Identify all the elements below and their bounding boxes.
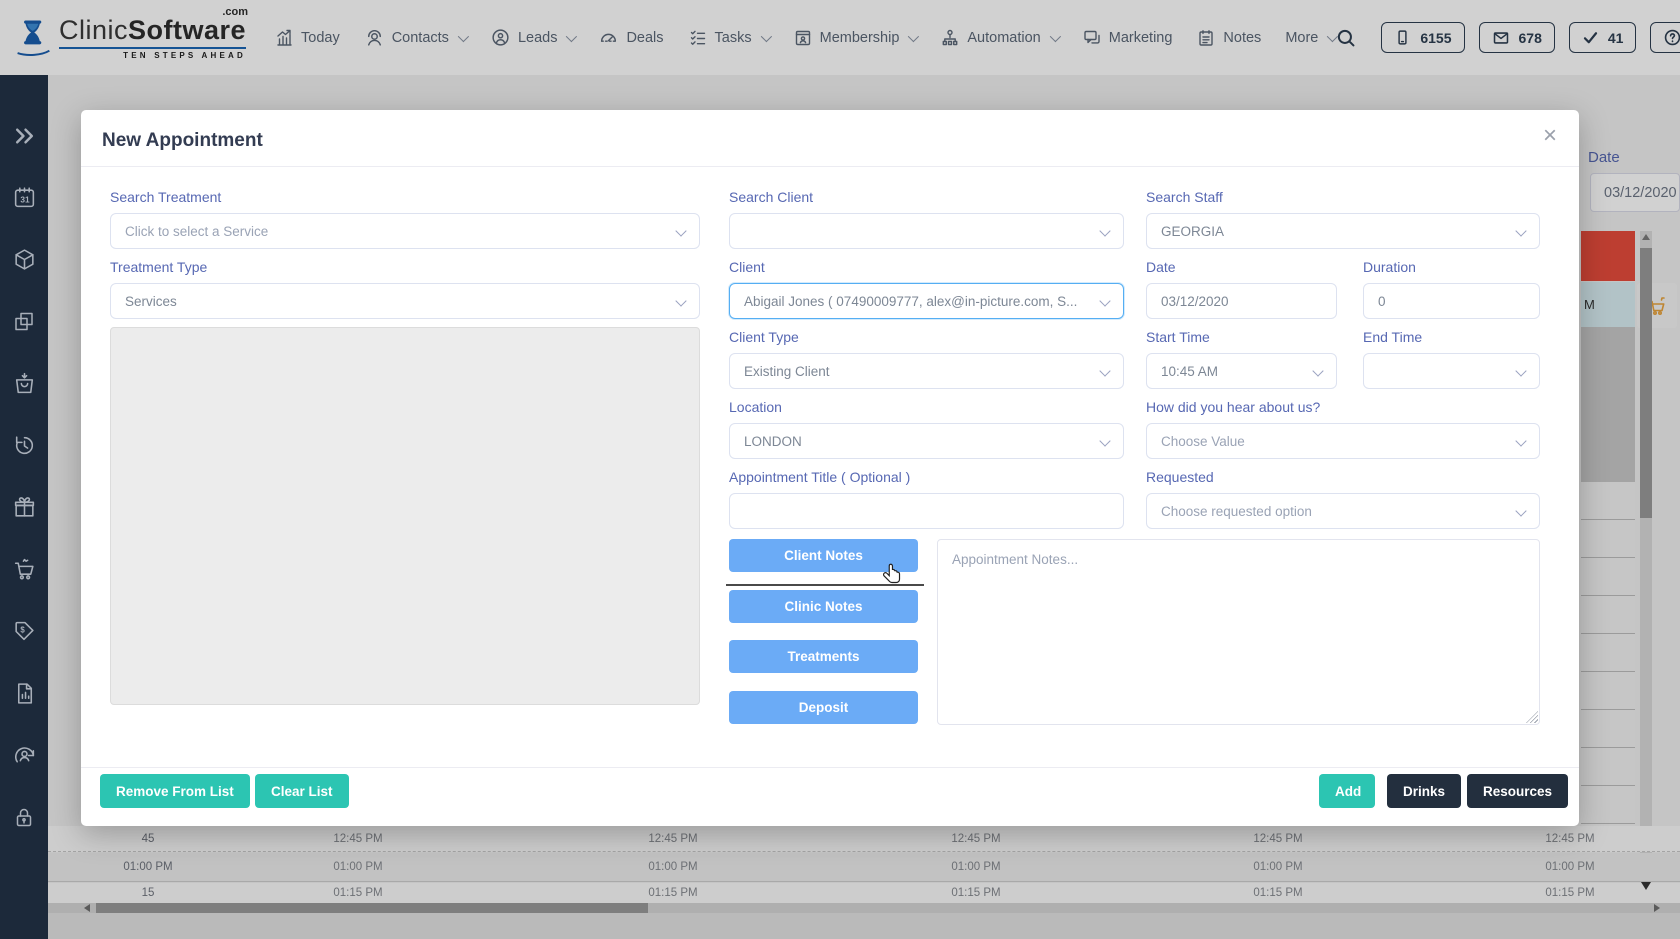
client-type-label: Client Type xyxy=(729,329,799,345)
chevron-down-icon xyxy=(1099,225,1110,236)
mouse-cursor-hand-icon xyxy=(881,562,903,588)
chevron-down-icon xyxy=(675,295,686,306)
treatment-type-label: Treatment Type xyxy=(110,259,207,275)
chevron-down-icon xyxy=(1515,435,1526,446)
clear-list-button[interactable]: Clear List xyxy=(255,774,349,808)
start-time-label: Start Time xyxy=(1146,329,1210,345)
appointment-title-input[interactable] xyxy=(729,493,1124,529)
new-appointment-modal: New Appointment × Search Treatment Click… xyxy=(81,110,1579,826)
remove-from-list-button[interactable]: Remove From List xyxy=(100,774,250,808)
chevron-down-icon xyxy=(1099,365,1110,376)
start-time-select[interactable]: 10:45 AM xyxy=(1146,353,1337,389)
search-treatment-select[interactable]: Click to select a Service xyxy=(110,213,700,249)
app-root: ClinicSoftware .com TEN STEPS AHEAD Toda… xyxy=(0,0,1680,939)
treatments-button[interactable]: Treatments xyxy=(729,640,918,673)
search-client-select[interactable] xyxy=(729,213,1124,249)
close-icon[interactable]: × xyxy=(1543,124,1557,148)
modal-title: New Appointment xyxy=(102,130,263,152)
drinks-button[interactable]: Drinks xyxy=(1387,774,1461,808)
client-select[interactable]: Abigail Jones ( 07490009777, alex@in-pic… xyxy=(729,283,1124,319)
hear-about-select[interactable]: Choose Value xyxy=(1146,423,1540,459)
duration-label: Duration xyxy=(1363,259,1416,275)
end-time-label: End Time xyxy=(1363,329,1422,345)
duration-input[interactable]: 0 xyxy=(1363,283,1540,319)
clinic-notes-button[interactable]: Clinic Notes xyxy=(729,590,918,623)
date-label: Date xyxy=(1146,259,1176,275)
chevron-down-icon xyxy=(1099,295,1110,306)
chevron-down-icon xyxy=(1515,365,1526,376)
footer-divider xyxy=(81,767,1579,768)
treatment-type-select[interactable]: Services xyxy=(110,283,700,319)
date-input[interactable]: 03/12/2020 xyxy=(1146,283,1337,319)
end-time-select[interactable] xyxy=(1363,353,1540,389)
search-treatment-label: Search Treatment xyxy=(110,189,221,205)
search-staff-label: Search Staff xyxy=(1146,189,1223,205)
search-staff-select[interactable]: GEORGIA xyxy=(1146,213,1540,249)
chevron-down-icon xyxy=(1515,505,1526,516)
header-divider xyxy=(81,166,1579,167)
client-type-select[interactable]: Existing Client xyxy=(729,353,1124,389)
appointment-notes-textarea[interactable] xyxy=(937,539,1540,725)
client-label: Client xyxy=(729,259,765,275)
chevron-down-icon xyxy=(1099,435,1110,446)
resources-button[interactable]: Resources xyxy=(1467,774,1568,808)
scroll-down-arrow-icon[interactable] xyxy=(1641,882,1651,890)
location-label: Location xyxy=(729,399,782,415)
hear-about-label: How did you hear about us? xyxy=(1146,399,1320,415)
appointment-title-label: Appointment Title ( Optional ) xyxy=(729,469,910,485)
requested-label: Requested xyxy=(1146,469,1214,485)
chevron-down-icon xyxy=(1515,225,1526,236)
location-select[interactable]: LONDON xyxy=(729,423,1124,459)
search-client-label: Search Client xyxy=(729,189,813,205)
selected-services-panel xyxy=(110,327,700,705)
chevron-down-icon xyxy=(675,225,686,236)
add-button[interactable]: Add xyxy=(1319,774,1375,808)
chevron-down-icon xyxy=(1312,365,1323,376)
requested-select[interactable]: Choose requested option xyxy=(1146,493,1540,529)
deposit-button[interactable]: Deposit xyxy=(729,691,918,724)
